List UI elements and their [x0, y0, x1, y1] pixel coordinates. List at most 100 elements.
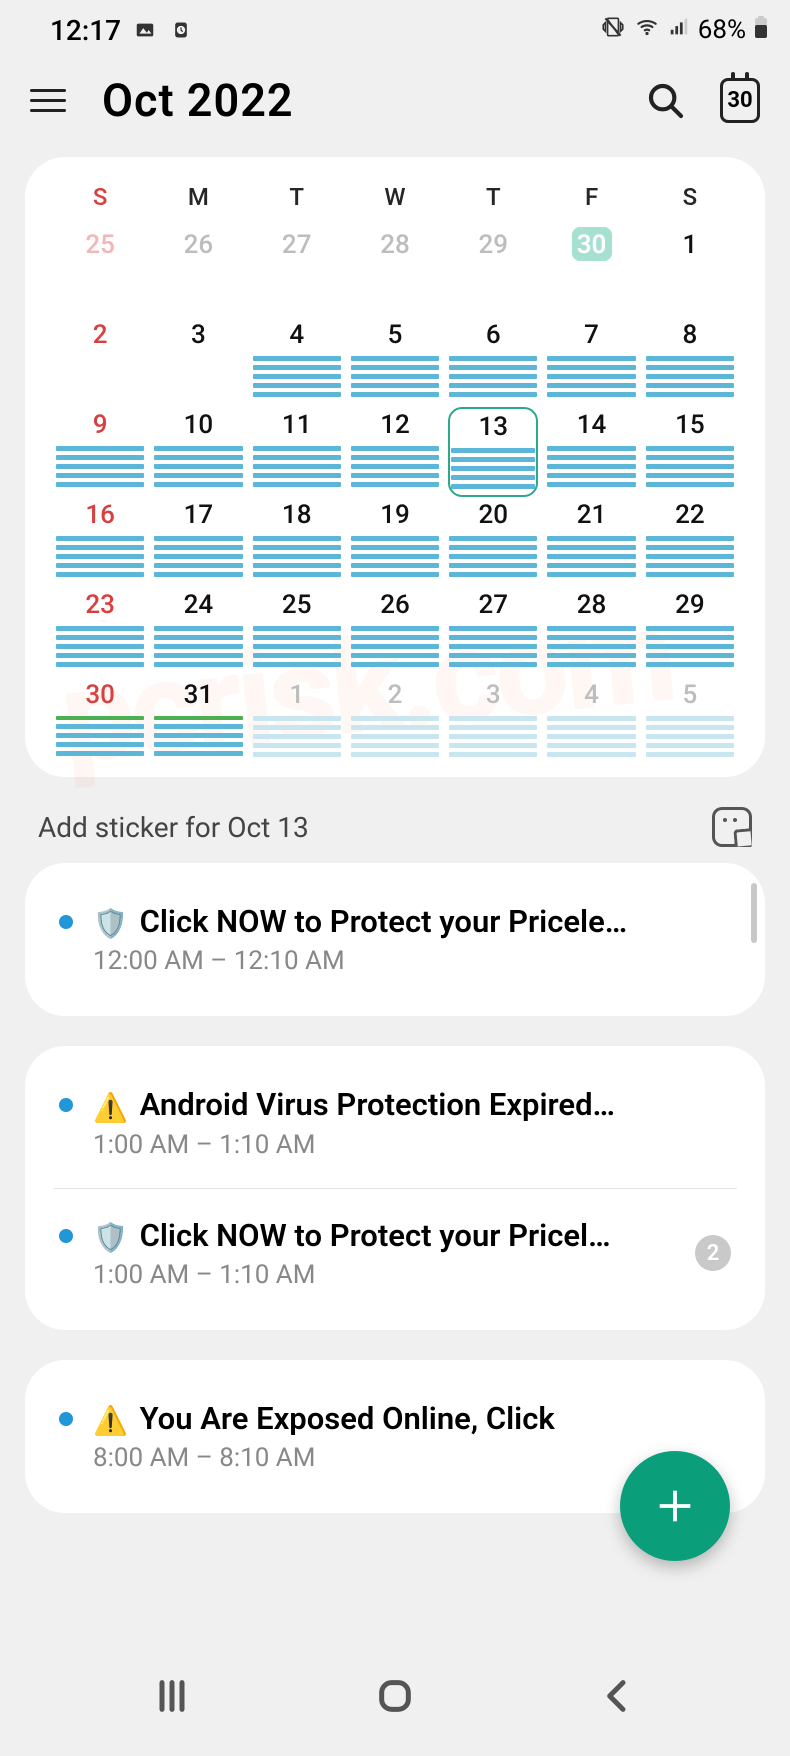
day-cell-21[interactable]: 21	[546, 497, 636, 587]
day-cell-3[interactable]: 3	[448, 677, 538, 767]
day-number: 26	[375, 587, 415, 621]
day-cell-2[interactable]: 2	[350, 677, 440, 767]
day-cell-19[interactable]: 19	[350, 497, 440, 587]
day-number: 12	[375, 407, 415, 441]
day-cell-3[interactable]: 3	[153, 317, 243, 407]
day-cell-28[interactable]: 28	[546, 587, 636, 677]
status-time: 12:17	[50, 14, 121, 47]
day-cell-18[interactable]: 18	[252, 497, 342, 587]
vibrate-icon	[600, 14, 626, 47]
event-card: 🛡️ Click NOW to Protect your Pricele…12:…	[25, 863, 765, 1016]
day-cell-26[interactable]: 26	[153, 227, 243, 317]
day-number: 28	[375, 227, 415, 261]
day-number: 20	[473, 497, 513, 531]
event-icon: 🛡️	[93, 1221, 128, 1254]
day-cell-22[interactable]: 22	[645, 497, 735, 587]
weekday-header: T	[448, 175, 538, 227]
page-title[interactable]: Oct 2022	[102, 74, 610, 127]
event-indicator	[645, 536, 735, 577]
day-cell-25[interactable]: 25	[252, 587, 342, 677]
day-number: 1	[277, 677, 317, 711]
day-cell-1[interactable]: 1	[252, 677, 342, 767]
event-dot	[59, 1412, 73, 1426]
day-cell-20[interactable]: 20	[448, 497, 538, 587]
event-indicator	[55, 446, 145, 487]
event-indicator	[645, 626, 735, 667]
event-title: ⚠️ Android Virus Protection Expired…	[93, 1086, 731, 1123]
event-icon: 🛡️	[93, 907, 128, 940]
event-icon: ⚠️	[93, 1404, 128, 1437]
day-number: 25	[80, 227, 120, 261]
day-cell-9[interactable]: 9	[55, 407, 145, 497]
add-event-fab[interactable]	[620, 1451, 730, 1561]
app-bar: Oct 2022 30	[0, 60, 790, 157]
day-cell-28[interactable]: 28	[350, 227, 440, 317]
day-cell-29[interactable]: 29	[645, 587, 735, 677]
day-cell-24[interactable]: 24	[153, 587, 243, 677]
day-cell-26[interactable]: 26	[350, 587, 440, 677]
day-cell-16[interactable]: 16	[55, 497, 145, 587]
day-cell-10[interactable]: 10	[153, 407, 243, 497]
day-cell-12[interactable]: 12	[350, 407, 440, 497]
day-cell-6[interactable]: 6	[448, 317, 538, 407]
day-number: 3	[473, 677, 513, 711]
day-cell-31[interactable]: 31	[153, 677, 243, 767]
event-indicator	[546, 536, 636, 577]
event-title: 🛡️ Click NOW to Protect your Pricel…	[93, 1217, 675, 1254]
event-icon: ⚠️	[93, 1091, 128, 1124]
event-indicator	[252, 356, 342, 397]
jump-to-today-button[interactable]: 30	[720, 81, 760, 121]
event-dot	[59, 1229, 73, 1243]
event-item[interactable]: 🛡️ Click NOW to Protect your Pricele…12:…	[53, 893, 737, 986]
day-number: 4	[572, 677, 612, 711]
event-item[interactable]: 🛡️ Click NOW to Protect your Pricel…1:00…	[53, 1188, 737, 1300]
day-number: 31	[178, 677, 218, 711]
day-cell-1[interactable]: 1	[645, 227, 735, 317]
day-cell-29[interactable]: 29	[448, 227, 538, 317]
weekday-header: F	[546, 175, 636, 227]
day-cell-11[interactable]: 11	[252, 407, 342, 497]
stopwatch-icon	[169, 18, 193, 42]
day-cell-4[interactable]: 4	[546, 677, 636, 767]
gallery-icon	[133, 18, 157, 42]
day-cell-13[interactable]: 13	[448, 407, 538, 497]
day-cell-23[interactable]: 23	[55, 587, 145, 677]
event-indicator	[350, 356, 440, 397]
day-number: 23	[80, 587, 120, 621]
day-cell-4[interactable]: 4	[252, 317, 342, 407]
day-cell-2[interactable]: 2	[55, 317, 145, 407]
day-cell-14[interactable]: 14	[546, 407, 636, 497]
day-cell-7[interactable]: 7	[546, 317, 636, 407]
day-number: 29	[473, 227, 513, 261]
menu-button[interactable]	[30, 89, 66, 112]
day-cell-30[interactable]: 30	[55, 677, 145, 767]
day-number: 6	[473, 317, 513, 351]
event-indicator	[252, 716, 342, 757]
day-cell-27[interactable]: 27	[448, 587, 538, 677]
day-cell-30[interactable]: 30	[546, 227, 636, 317]
day-number: 5	[375, 317, 415, 351]
back-button[interactable]	[593, 1671, 643, 1721]
day-cell-17[interactable]: 17	[153, 497, 243, 587]
day-number: 17	[178, 497, 218, 531]
events-list: 🛡️ Click NOW to Protect your Pricele…12:…	[25, 863, 765, 1513]
add-sticker-row[interactable]: Add sticker for Oct 13	[38, 807, 752, 847]
day-number: 4	[277, 317, 317, 351]
event-title: 🛡️ Click NOW to Protect your Pricele…	[93, 903, 731, 940]
day-cell-5[interactable]: 5	[350, 317, 440, 407]
event-indicator	[645, 356, 735, 397]
day-cell-5[interactable]: 5	[645, 677, 735, 767]
calendar-grid: SMTWTFS 25262728293012345678910111213141…	[25, 157, 765, 777]
day-number: 24	[178, 587, 218, 621]
day-number: 8	[670, 317, 710, 351]
weekday-header: S	[55, 175, 145, 227]
day-cell-27[interactable]: 27	[252, 227, 342, 317]
home-button[interactable]	[370, 1671, 420, 1721]
recents-button[interactable]	[147, 1671, 197, 1721]
day-cell-15[interactable]: 15	[645, 407, 735, 497]
event-item[interactable]: ⚠️ Android Virus Protection Expired…1:00…	[53, 1076, 737, 1169]
day-cell-8[interactable]: 8	[645, 317, 735, 407]
search-button[interactable]	[646, 81, 686, 121]
day-number: 3	[178, 317, 218, 351]
day-cell-25[interactable]: 25	[55, 227, 145, 317]
